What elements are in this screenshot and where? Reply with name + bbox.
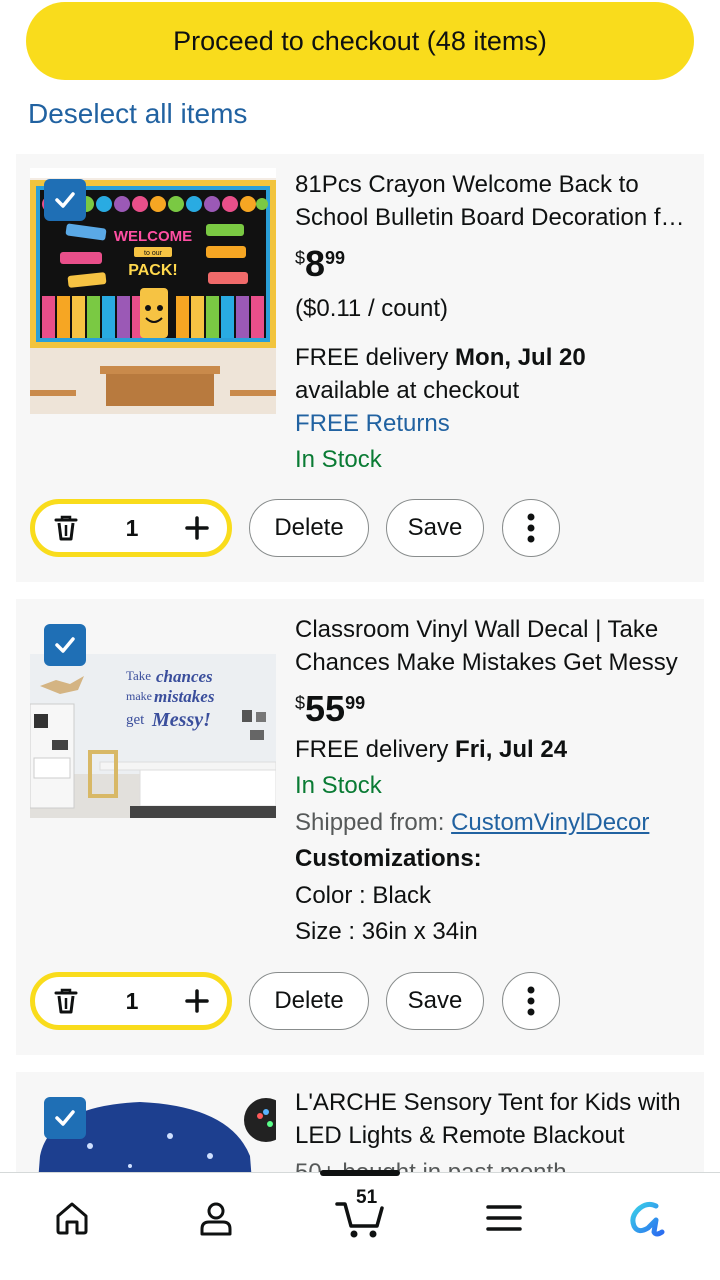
- shipped-from-label: Shipped from:: [295, 809, 452, 836]
- nav-menu[interactable]: [474, 1193, 534, 1243]
- delivery-prefix: FREE delivery: [295, 344, 456, 371]
- delivery-prefix: FREE delivery: [295, 736, 456, 763]
- item-title[interactable]: 81Pcs Crayon Welcome Back to School Bull…: [295, 168, 690, 234]
- shipped-from: Shipped from: CustomVinylDecor: [295, 806, 690, 839]
- delivery-info: FREE delivery Mon, Jul 20: [295, 341, 690, 374]
- item-info: 81Pcs Crayon Welcome Back to School Bull…: [295, 168, 690, 476]
- price-fraction: 99: [345, 693, 366, 713]
- proceed-to-checkout-button[interactable]: Proceed to checkout (48 items): [26, 2, 694, 80]
- image-text-welcome: WELCOME: [114, 228, 192, 245]
- item-price: $ 8 99: [295, 244, 690, 284]
- item-checkbox[interactable]: [44, 624, 86, 666]
- delete-button[interactable]: Delete: [249, 972, 369, 1030]
- delete-button[interactable]: Delete: [249, 499, 369, 557]
- item-price: $ 55 99: [295, 689, 690, 729]
- decal-text-chances: chances: [156, 667, 213, 686]
- more-vertical-icon: [527, 986, 535, 1016]
- customization-size: Size : 36in x 34in: [295, 918, 478, 945]
- item-actions: 1 Delete Save: [30, 499, 560, 557]
- price-whole: 8: [305, 243, 326, 284]
- decal-text-mistakes: mistakes: [154, 687, 215, 706]
- cart-count-badge: 51: [356, 1187, 378, 1208]
- assistant-icon: [630, 1201, 665, 1237]
- item-title[interactable]: L'ARCHE Sensory Tent for Kids with LED L…: [295, 1086, 690, 1152]
- decal-text-take: Take: [126, 668, 151, 683]
- checkmark-icon: [55, 637, 75, 653]
- plus-icon[interactable]: [185, 989, 209, 1013]
- more-options-button[interactable]: [502, 972, 560, 1030]
- quantity-stepper: 1: [30, 972, 232, 1030]
- scroll-indicator: [320, 1170, 400, 1176]
- item-checkbox[interactable]: [44, 1097, 86, 1139]
- trash-icon[interactable]: [53, 514, 79, 542]
- item-info: Classroom Vinyl Wall Decal | Take Chance…: [295, 613, 690, 948]
- price-fraction: 99: [325, 248, 346, 268]
- quantity-value: 1: [125, 987, 139, 1014]
- quantity-stepper: 1: [30, 499, 232, 557]
- deselect-all-link[interactable]: Deselect all items: [28, 98, 247, 130]
- plus-icon[interactable]: [185, 516, 209, 540]
- more-options-button[interactable]: [502, 499, 560, 557]
- checkmark-icon: [55, 192, 75, 208]
- delivery-note: available at checkout: [295, 377, 520, 404]
- item-checkbox[interactable]: [44, 179, 86, 221]
- trash-icon[interactable]: [53, 987, 79, 1015]
- price-currency: $: [295, 248, 306, 268]
- cart-item-card: Take chances make mistakes get Messy! Cl…: [16, 599, 704, 1055]
- customization-color: Color : Black: [295, 882, 432, 909]
- nav-account[interactable]: [186, 1193, 246, 1243]
- item-actions: 1 Delete Save: [30, 972, 560, 1030]
- nav-cart[interactable]: 51: [330, 1187, 390, 1243]
- more-vertical-icon: [527, 513, 535, 543]
- seller-link[interactable]: CustomVinylDecor: [451, 809, 649, 836]
- customizations-heading: Customizations:: [295, 845, 482, 872]
- free-returns-link[interactable]: FREE Returns: [295, 407, 690, 440]
- home-icon: [56, 1202, 88, 1235]
- account-icon: [200, 1202, 232, 1236]
- price-whole: 55: [305, 688, 346, 729]
- delivery-date: Fri, Jul 24: [455, 736, 568, 763]
- price-currency: $: [295, 693, 306, 713]
- save-for-later-button[interactable]: Save: [386, 972, 484, 1030]
- decal-text-make: make: [126, 689, 152, 703]
- decal-text-messy: Messy!: [151, 709, 211, 731]
- image-text-to-our: to our: [144, 250, 163, 257]
- unit-price: ($0.11 / count): [295, 295, 448, 322]
- item-title[interactable]: Classroom Vinyl Wall Decal | Take Chance…: [295, 613, 690, 679]
- delivery-date: Mon, Jul 20: [455, 344, 586, 371]
- image-text-pack: PACK!: [128, 262, 177, 279]
- bottom-nav: 51: [0, 1170, 720, 1280]
- delivery-info: FREE delivery Fri, Jul 24: [295, 733, 690, 766]
- cart-item-card: WELCOME to our PACK! 81Pcs Crayon Welcom…: [16, 154, 704, 582]
- save-for-later-button[interactable]: Save: [386, 499, 484, 557]
- nav-home[interactable]: [42, 1193, 102, 1243]
- decal-text-get: get: [126, 712, 145, 728]
- checkmark-icon: [55, 1110, 75, 1126]
- stock-status: In Stock: [295, 446, 382, 473]
- stock-status: In Stock: [295, 772, 382, 799]
- product-image[interactable]: Take chances make mistakes get Messy!: [30, 654, 276, 818]
- nav-assistant[interactable]: [618, 1193, 678, 1243]
- menu-icon: [486, 1205, 522, 1231]
- quantity-value: 1: [125, 514, 139, 541]
